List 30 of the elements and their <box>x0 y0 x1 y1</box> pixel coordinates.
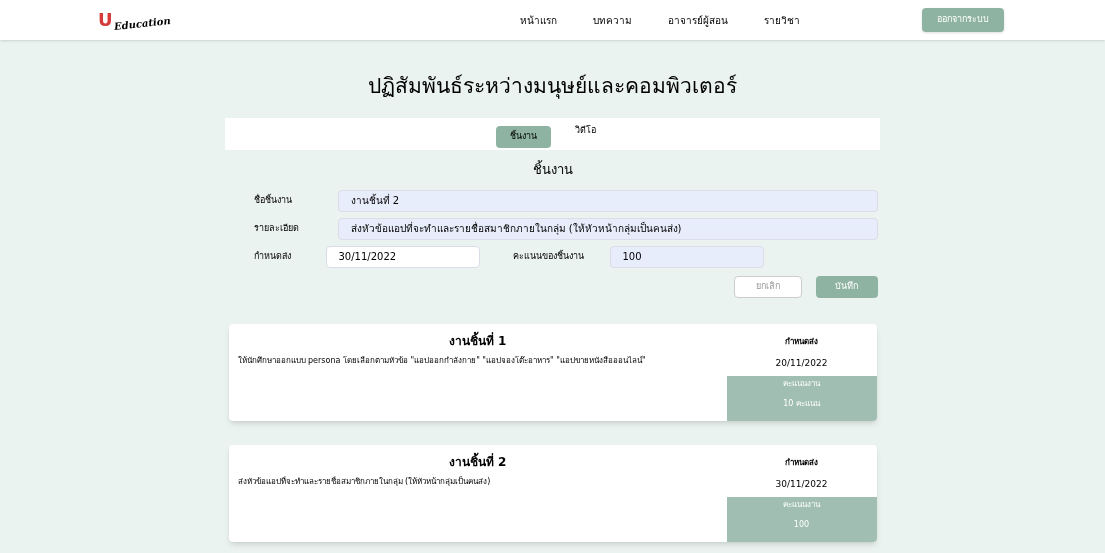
form-title: ชิ้นงาน <box>531 160 574 179</box>
due-date: 30/11/2022 <box>774 477 829 491</box>
score-value: 100 <box>793 518 810 531</box>
due-label: กำหนดส่ง <box>784 456 819 469</box>
due-label: กำหนดส่ง <box>784 335 819 348</box>
tab[interactable]: ชิ้นงาน <box>495 125 551 148</box>
score-label: คะแนนงาน <box>783 498 820 511</box>
text-field[interactable]: งานชิ้นที่ 2 <box>337 189 878 212</box>
tab[interactable]: วิดีโอ <box>560 120 610 142</box>
field-label: รายละเอียด <box>252 221 300 235</box>
score-value: 10 คะแนน <box>783 397 820 410</box>
text-field[interactable]: ส่งหัวข้อแอปที่จะทำและรายชื่อสมาชิกภายในกลุ่ม (ให้หัวหน้ากลุ่มเป็นคนส่ง) <box>337 217 878 240</box>
nav-link[interactable]: อาจารย์ผู้สอน <box>668 12 728 28</box>
assignment-title: งานชิ้นที่ 2 <box>447 452 508 471</box>
assignment-description: ส่งหัวข้อแอปที่จะทำและรายชื่อสมาชิกภายในกลุ่ม (ให้หัวหน้ากลุ่มเป็นคนส่ง) <box>236 475 492 488</box>
score-label: คะแนนงาน <box>783 377 820 390</box>
field-label: ชื่อชิ้นงาน <box>252 193 293 207</box>
text-field[interactable]: 100 <box>609 245 764 268</box>
text-field[interactable]: 30/11/2022 <box>325 245 480 268</box>
nav-link[interactable]: บทความ <box>593 12 632 28</box>
due-date: 20/11/2022 <box>774 356 829 370</box>
nav-link[interactable]: รายวิชา <box>764 12 800 28</box>
field-label: คะแนนของชิ้นงาน <box>511 249 585 263</box>
logo-text: Education <box>113 16 171 32</box>
logo-mark: U <box>98 11 113 29</box>
assignment-title: งานชิ้นที่ 1 <box>447 331 508 350</box>
field-label: กำหนดส่ง <box>252 249 292 263</box>
page-title: ปฏิสัมพันธ์ระหว่างมนุษย์และคอมพิวเตอร์ <box>367 73 738 100</box>
assignment-description: ให้นักศึกษาออกแบบ persona โดยเลือกตามหัวข้อ "แอปออกกำลังกาย" "แอปจองโต๊ะอาหาร" "แอปขายหนังสือออนไลน์" <box>236 354 647 367</box>
nav-link[interactable]: หน้าแรก <box>520 12 557 28</box>
